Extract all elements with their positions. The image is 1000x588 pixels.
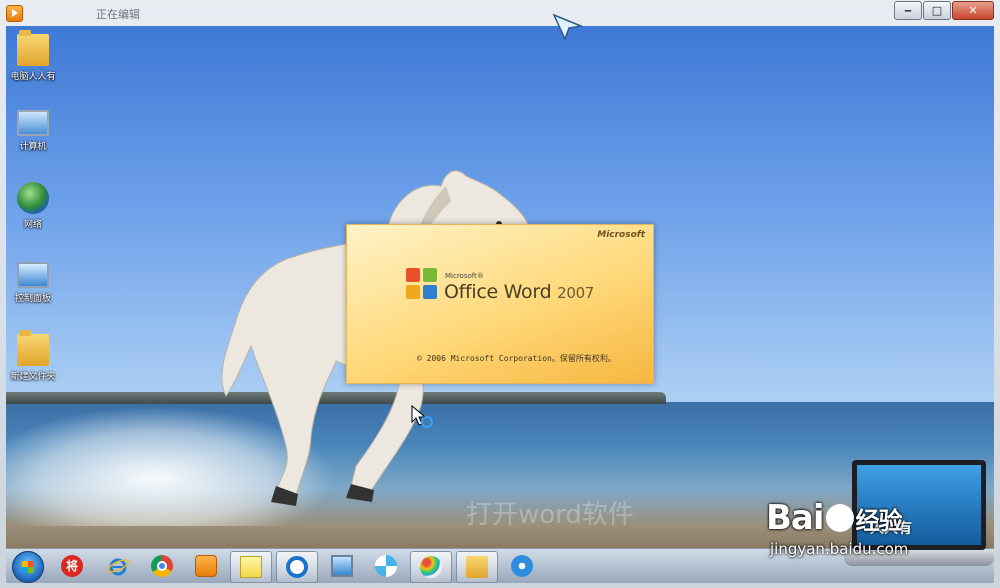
desktop-icon-user-folder[interactable]: 电脑人人有 bbox=[6, 30, 60, 82]
desktop-icon-label: 计算机 bbox=[19, 142, 47, 152]
desktop-icon-label: 网络 bbox=[23, 220, 42, 230]
window-title: 正在编辑 bbox=[96, 8, 140, 21]
maximize-icon: □ bbox=[931, 4, 943, 17]
baidu-jingyan: 经验 bbox=[855, 507, 903, 535]
taskbar-remote-desktop[interactable] bbox=[322, 551, 362, 581]
jiang-app-icon: 将 bbox=[61, 555, 83, 577]
taskbar-browser[interactable] bbox=[276, 551, 318, 583]
taskbar-jiang-app[interactable]: 将 bbox=[52, 551, 92, 581]
taskbar-sticky-notes[interactable] bbox=[230, 551, 272, 583]
copyright-notice: © 2006 Microsoft Corporation。保留所有权利。 bbox=[417, 354, 616, 363]
arrow-cursor-icon bbox=[553, 14, 583, 40]
desktop-icon-label: 电脑人人有 bbox=[10, 72, 56, 82]
product-name: Office Word 2007 bbox=[444, 281, 594, 303]
window-controls: ‒ □ ✕ bbox=[893, 1, 994, 20]
assistant-icon bbox=[511, 555, 533, 577]
control-panel-icon bbox=[17, 262, 49, 288]
internet-explorer-icon bbox=[107, 558, 129, 576]
overlay-caption: 打开word软件 bbox=[466, 500, 634, 530]
folder-icon bbox=[17, 330, 49, 366]
word-splash-screen: Microsoft Microsoft® Office Word 2007 © … bbox=[346, 224, 654, 384]
network-icon bbox=[17, 182, 49, 214]
taskbar-file-explorer[interactable] bbox=[456, 551, 498, 583]
taskbar-paint[interactable] bbox=[410, 551, 452, 583]
chrome-icon bbox=[151, 555, 173, 577]
baidu-logo: Bai 经验 bbox=[766, 498, 903, 538]
baidu-url: jingyan.baidu.com bbox=[770, 540, 909, 558]
folder-user-icon bbox=[17, 30, 49, 66]
close-button[interactable]: ✕ bbox=[952, 1, 994, 20]
product-title: Office Word bbox=[444, 281, 552, 303]
maximize-button[interactable]: □ bbox=[923, 1, 951, 20]
computer-icon bbox=[17, 110, 49, 136]
media-player-app-icon[interactable] bbox=[6, 5, 23, 22]
desktop-icon-control-panel[interactable]: 控制面板 bbox=[6, 262, 60, 304]
desktop-icon-network[interactable]: 网络 bbox=[6, 182, 60, 230]
media-player-icon bbox=[195, 555, 217, 577]
windows-start-icon[interactable] bbox=[12, 551, 44, 583]
sticky-notes-icon bbox=[240, 556, 262, 578]
baidu-text: Bai bbox=[766, 498, 825, 538]
minimize-button[interactable]: ‒ bbox=[894, 1, 922, 20]
office-logo-icon bbox=[406, 268, 438, 300]
taskbar-media-player[interactable] bbox=[186, 551, 226, 581]
pinwheel-icon bbox=[375, 555, 397, 577]
file-explorer-icon bbox=[466, 556, 488, 578]
taskbar-assistant[interactable] bbox=[502, 551, 542, 581]
jiang-glyph: 将 bbox=[65, 559, 78, 573]
taskbar-ie[interactable] bbox=[98, 551, 138, 581]
window-frame: 正在编辑 ‒ □ ✕ 打开word软件 电脑人人有 计算机 网络 控制面板 新建… bbox=[0, 0, 1000, 588]
busy-cursor-icon bbox=[411, 404, 433, 428]
minimize-icon: ‒ bbox=[904, 4, 912, 17]
paint-icon bbox=[420, 556, 442, 578]
desktop-icon-new-folder[interactable]: 新建文件夹 bbox=[6, 330, 60, 382]
taskbar-pinwheel[interactable] bbox=[366, 551, 406, 581]
close-icon: ✕ bbox=[968, 4, 978, 17]
remote-desktop-icon bbox=[331, 555, 353, 577]
product-prefix: Microsoft® bbox=[445, 272, 484, 280]
desktop-icon-label: 控制面板 bbox=[14, 294, 51, 304]
browser-circle-icon bbox=[286, 556, 308, 578]
title-bar[interactable]: 正在编辑 ‒ □ ✕ bbox=[0, 0, 1000, 26]
microsoft-brand: Microsoft bbox=[597, 230, 645, 240]
desktop-icon-computer[interactable]: 计算机 bbox=[6, 110, 60, 152]
taskbar-chrome[interactable] bbox=[142, 551, 182, 581]
baidu-paw-icon bbox=[825, 504, 854, 532]
desktop-icon-label: 新建文件夹 bbox=[10, 372, 56, 382]
product-year: 2007 bbox=[557, 284, 595, 302]
